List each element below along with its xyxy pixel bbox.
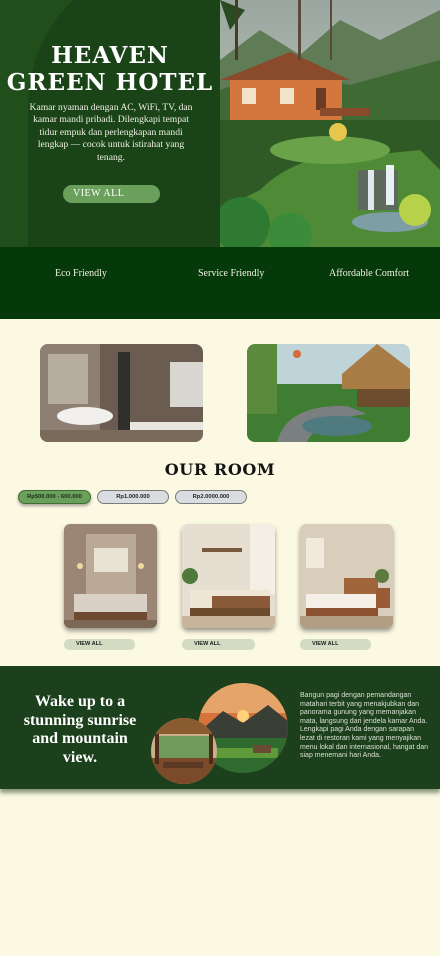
gallery-resort-garden-image [247, 344, 410, 442]
sunrise-title: Wake up to a stunning sunrise and mounta… [23, 693, 137, 766]
hero-hotel-image [220, 0, 440, 247]
hero-title: HEAVEN GREEN HOTEL [6, 42, 214, 96]
hero-text-panel: HEAVEN GREEN HOTEL Kamar nyaman dengan A… [0, 0, 288, 247]
price-filter-1m[interactable]: Rp1.000.000 [97, 490, 169, 504]
price-filter-500k-600k[interactable]: Rp500.000 - 600.000 [18, 490, 91, 504]
room-card-2-image[interactable] [182, 524, 275, 628]
feature-affordable-comfort: Affordable Comfort [329, 268, 410, 279]
room-2-view-all-button[interactable]: VIEW ALL [182, 639, 255, 650]
price-filter-2m[interactable]: Rp2.0000.000 [175, 490, 247, 504]
restaurant-circle-image [151, 718, 217, 784]
feature-eco-friendly: Eco Friendly [55, 268, 107, 279]
room-3-view-all-button[interactable]: VIEW ALL [300, 639, 371, 650]
hero-description: Kamar nyaman dengan AC, WiFi, TV, dan ka… [29, 102, 193, 163]
sunrise-description: Bangun pagi dengan pemandangan matahari … [300, 692, 429, 760]
sunrise-section: Wake up to a stunning sunrise and mounta… [0, 666, 440, 789]
hero-view-all-button[interactable]: VIEW ALL [63, 185, 160, 203]
rooms-section-title: OUR ROOM [164, 460, 276, 479]
features-band: Eco Friendly Service Friendly Affordable… [0, 247, 440, 319]
gallery-bathroom-image [40, 344, 203, 442]
hero-section: HEAVEN GREEN HOTEL Kamar nyaman dengan A… [0, 0, 440, 247]
room-card-3-image[interactable] [300, 524, 393, 628]
room-1-view-all-button[interactable]: VIEW ALL [64, 639, 135, 650]
feature-service-friendly: Service Friendly [198, 268, 265, 279]
room-card-1-image[interactable] [64, 524, 157, 628]
